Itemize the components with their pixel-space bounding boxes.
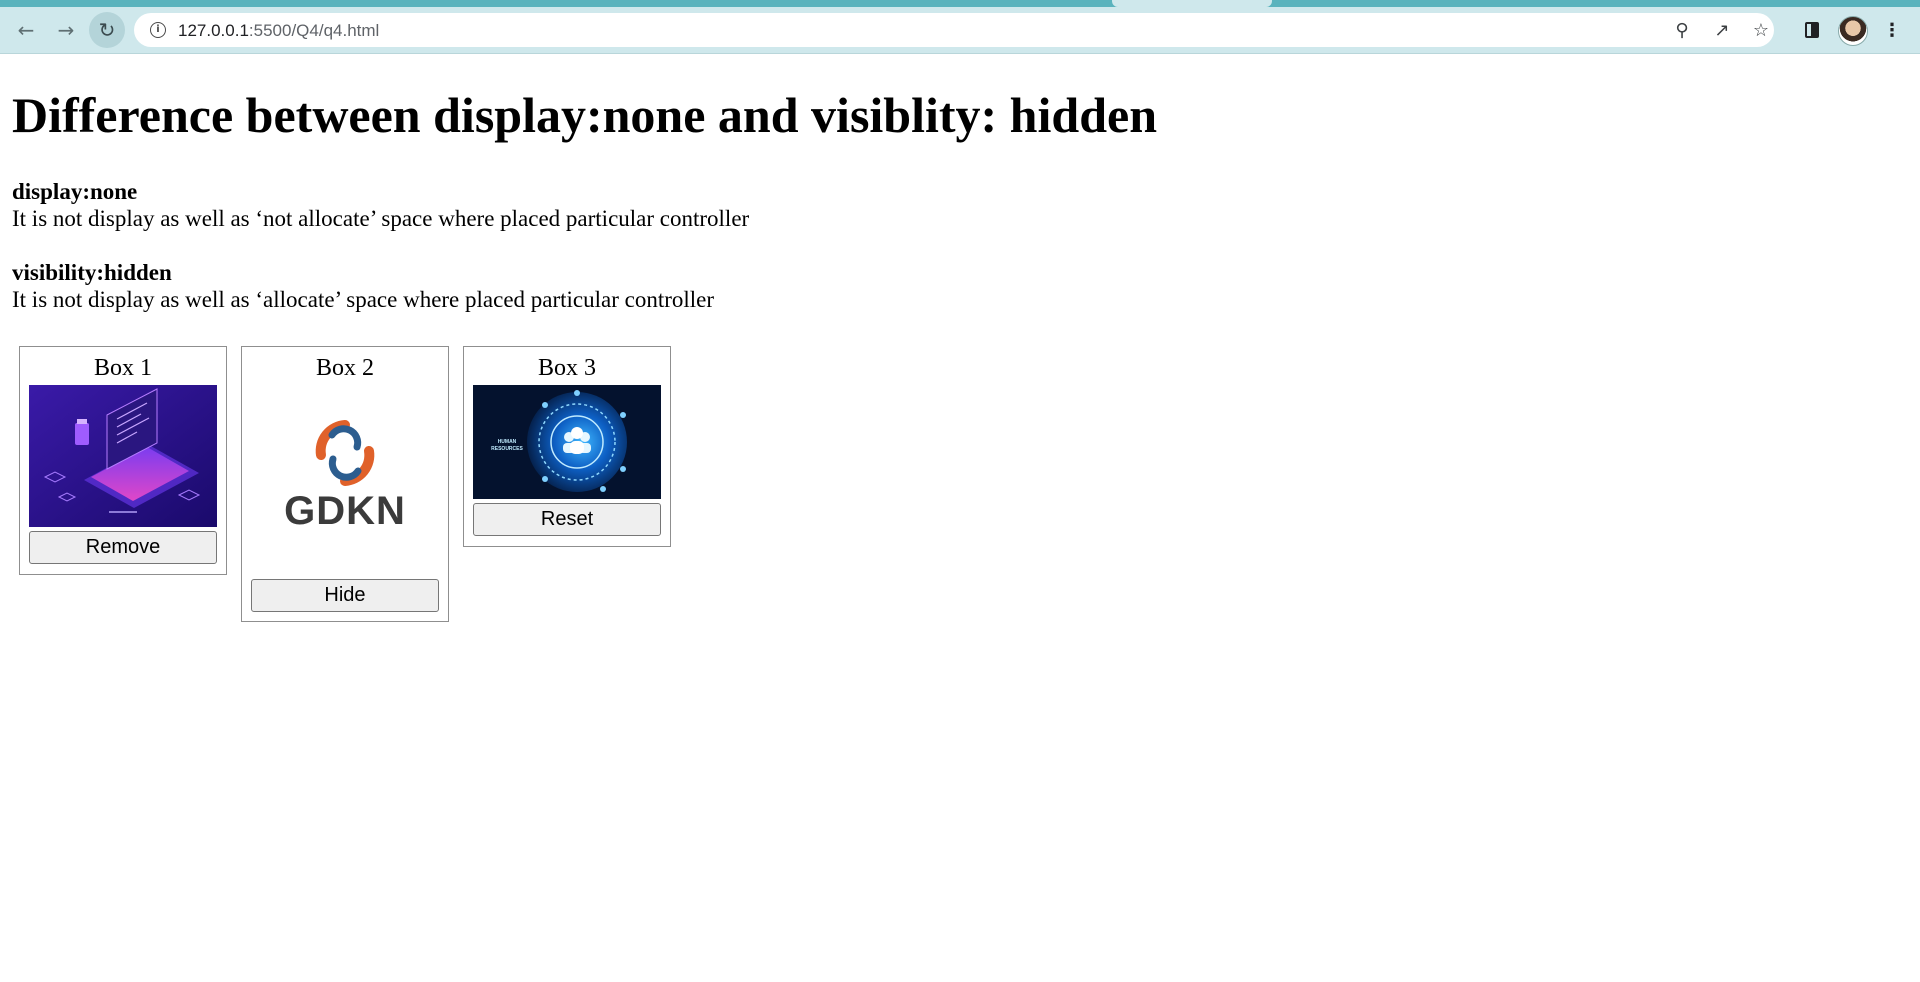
gdkn-logo-text: GDKN (284, 489, 406, 533)
gdkn-logo-image: GDKN (251, 385, 439, 575)
zoom-icon[interactable]: ⚲ (1668, 16, 1696, 44)
reset-button[interactable]: Reset (473, 503, 661, 536)
remove-button[interactable]: Remove (29, 531, 217, 564)
box-2: Box 2 GDKN Hide (241, 346, 449, 622)
browser-chrome: ← → ↻ i 127.0.0.1:5500/Q4/q4.html ⚲ ↗ ☆ … (0, 0, 1920, 54)
box-3-title: Box 3 (537, 355, 596, 381)
browser-toolbar: ← → ↻ i 127.0.0.1:5500/Q4/q4.html ⚲ ↗ ☆ … (0, 7, 1920, 54)
bookmark-star-icon[interactable]: ☆ (1747, 16, 1775, 44)
side-panel-icon[interactable] (1798, 16, 1826, 44)
hide-button[interactable]: Hide (251, 579, 439, 612)
human-resources-image: HUMAN RESOURCES (473, 385, 661, 499)
active-tab[interactable] (1112, 0, 1272, 7)
menu-kebab-icon[interactable]: ⋮ (1878, 16, 1906, 44)
box-2-title: Box 2 (315, 355, 374, 381)
page-content: Difference between display:none and visi… (0, 53, 1920, 982)
back-icon[interactable]: ← (8, 12, 44, 48)
term-visibility-hidden: visibility:hidden (12, 260, 172, 285)
address-bar[interactable]: i 127.0.0.1:5500/Q4/q4.html ⚲ ↗ ☆ (134, 13, 1774, 47)
hr-caption-text: HUMAN RESOURCES (491, 439, 523, 452)
reload-icon[interactable]: ↻ (89, 12, 125, 48)
description-visibility-hidden: It is not display as well as ‘allocate’ … (12, 287, 715, 312)
description-display-none: It is not display as well as ‘not alloca… (12, 206, 750, 231)
site-info-icon[interactable]: i (150, 22, 166, 38)
box-1-title: Box 1 (93, 355, 152, 381)
url-path: :5500/Q4/q4.html (248, 21, 380, 40)
laptop-illustration-image (29, 385, 217, 527)
box-3: Box 3 HUMAN RESOURCES Reset (463, 346, 671, 547)
forward-icon[interactable]: → (48, 12, 84, 48)
url-text[interactable]: 127.0.0.1:5500/Q4/q4.html (178, 21, 379, 41)
tab-strip (0, 0, 1920, 7)
box-1: Box 1 Remove (19, 346, 227, 575)
term-display-none: display:none (12, 179, 138, 204)
page-title: Difference between display:none and visi… (12, 87, 1157, 143)
profile-avatar[interactable] (1838, 16, 1868, 46)
share-icon[interactable]: ↗ (1708, 16, 1736, 44)
url-host: 127.0.0.1 (178, 21, 249, 40)
